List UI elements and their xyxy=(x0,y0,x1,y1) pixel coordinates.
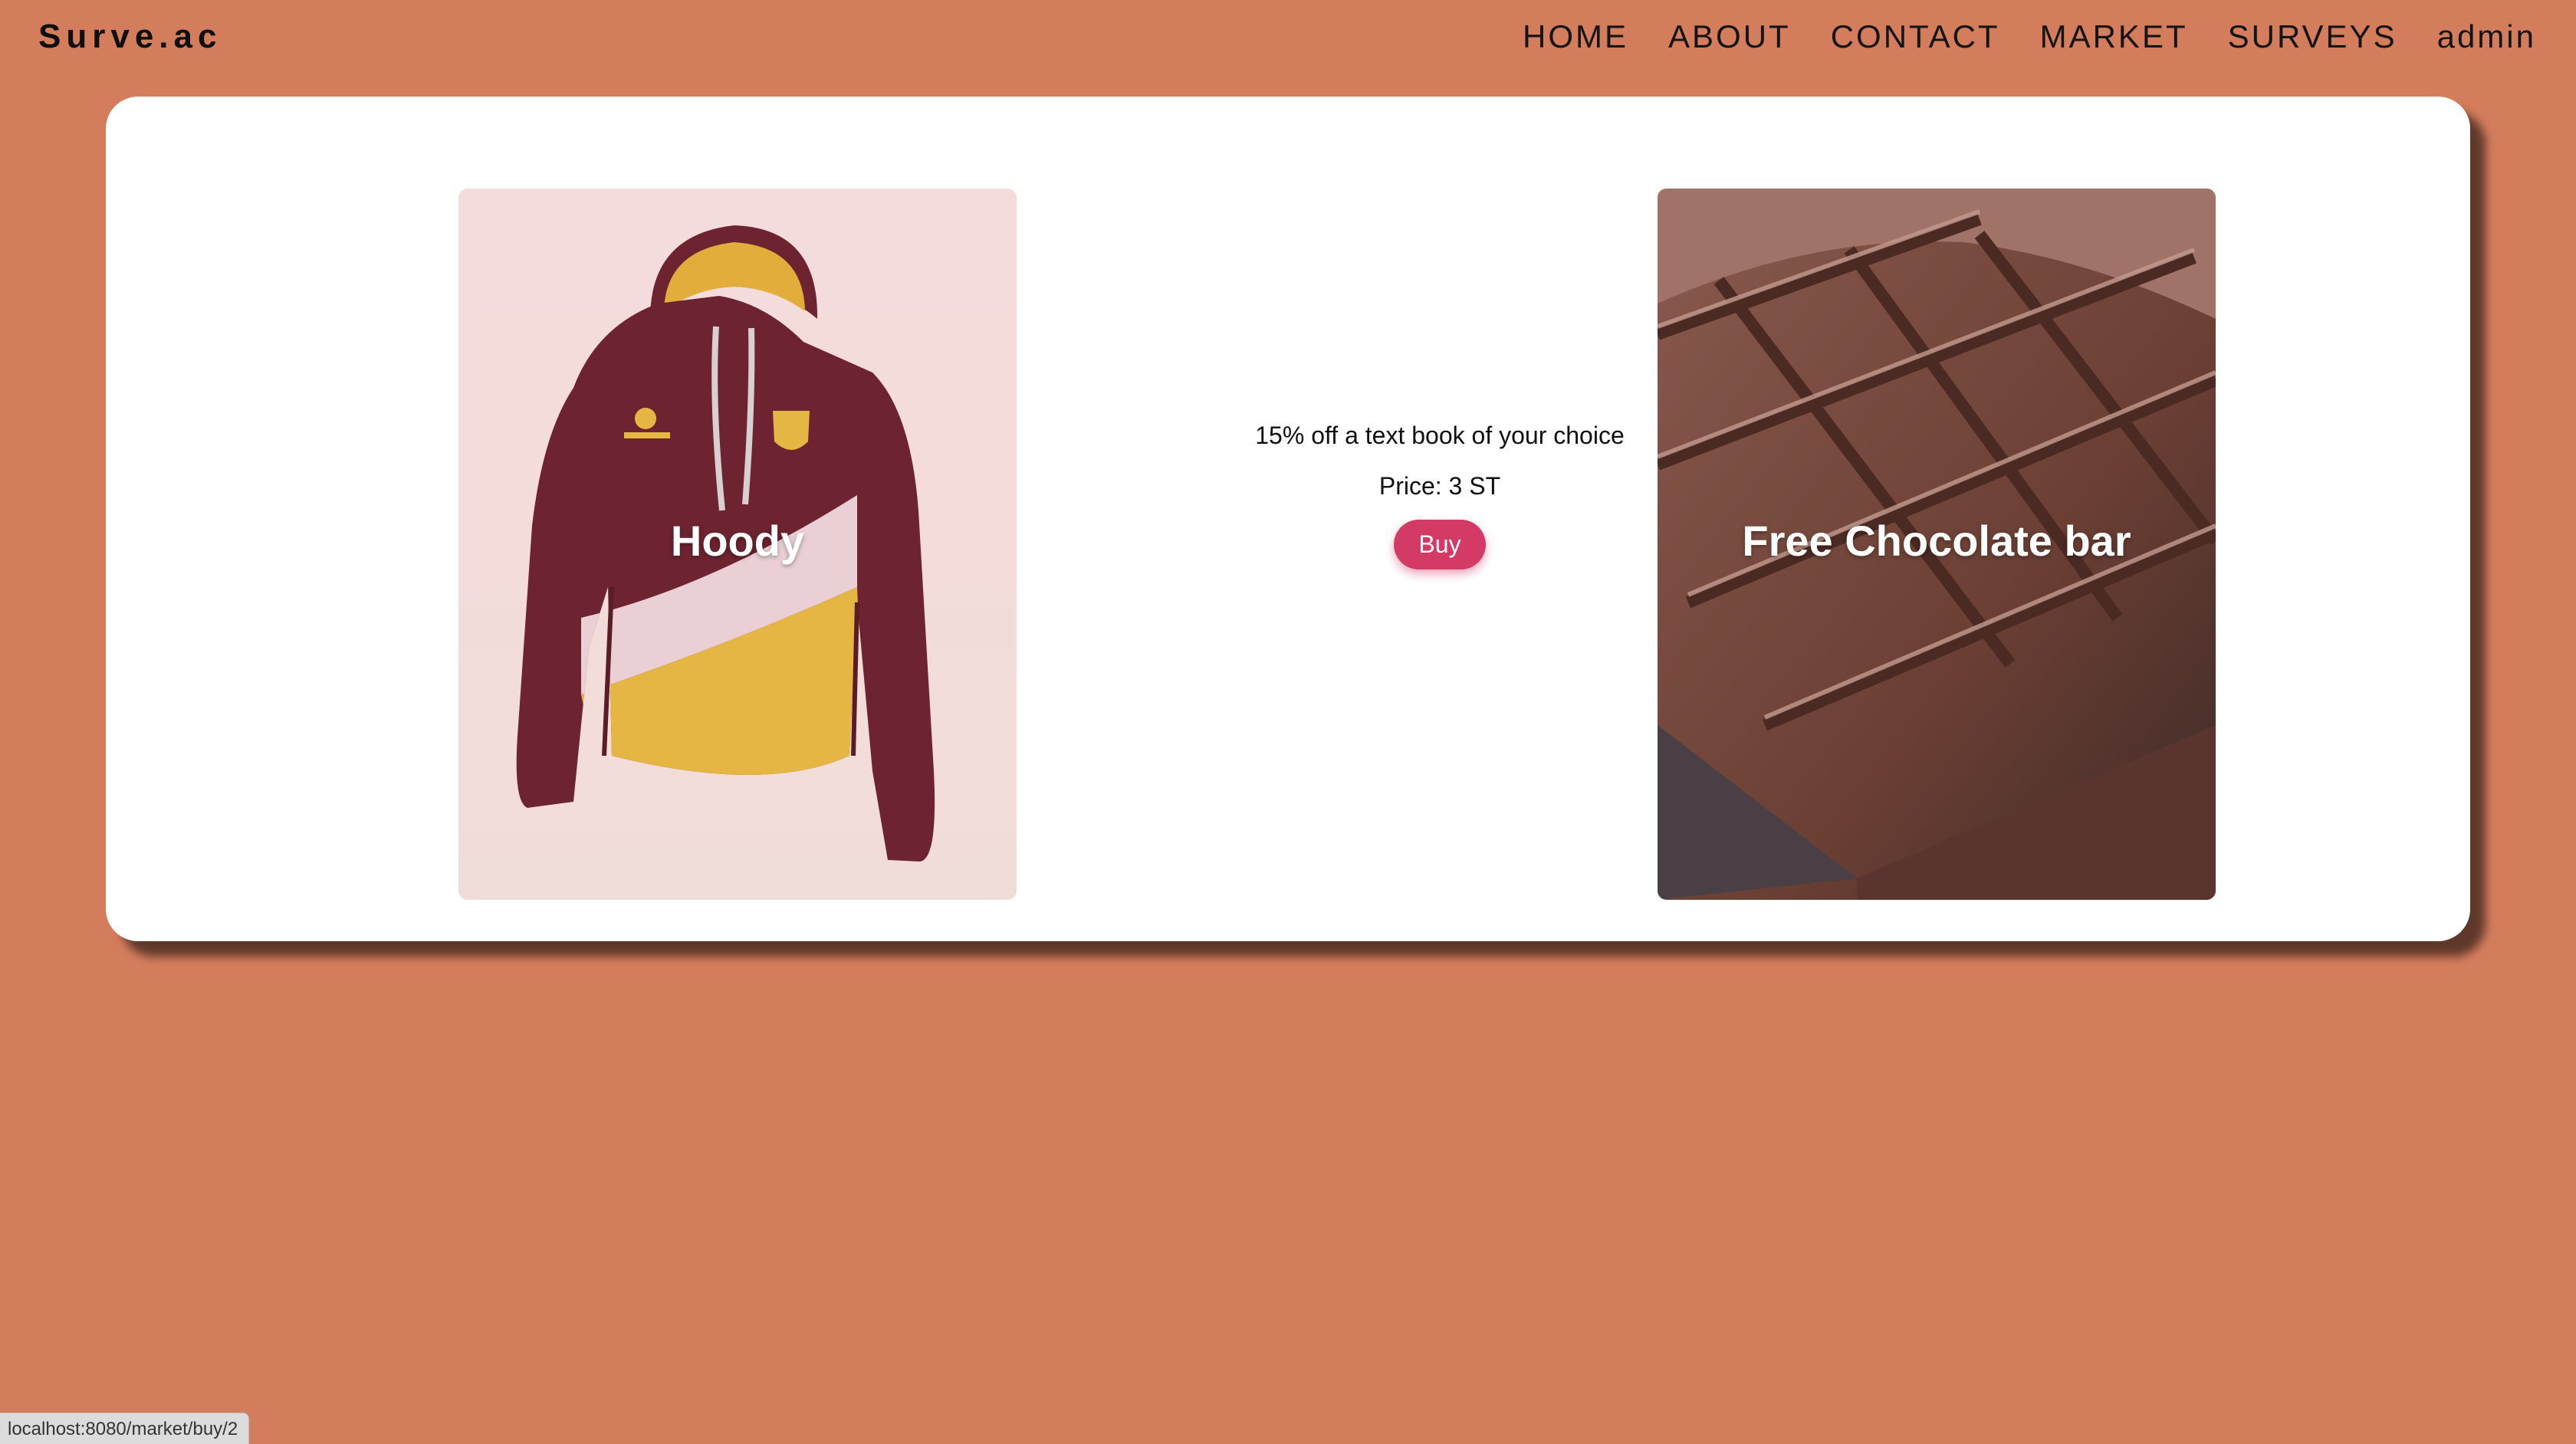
market-panel: Hoody 15% off a text book of your choice… xyxy=(106,97,2470,941)
nav-admin-user[interactable]: admin xyxy=(2437,15,2536,58)
product-card-chocolate[interactable]: Free Chocolate bar xyxy=(1658,189,2216,900)
nav-surveys[interactable]: SURVEYS xyxy=(2228,15,2397,58)
nav-market[interactable]: MARKET xyxy=(2040,15,2188,58)
nav-home[interactable]: HOME xyxy=(1523,15,1628,58)
card-title-hoody: Hoody xyxy=(670,517,805,565)
browser-status-url: localhost:8080/market/buy/2 xyxy=(0,1413,250,1444)
nav-about[interactable]: ABOUT xyxy=(1668,15,1791,58)
brand-logo[interactable]: Surve.ac xyxy=(38,15,222,58)
product-card-hoody[interactable]: Hoody xyxy=(458,189,1017,900)
buy-button[interactable]: Buy xyxy=(1394,520,1486,569)
nav-contact[interactable]: CONTACT xyxy=(1831,15,2000,58)
top-nav: HOME ABOUT CONTACT MARKET SURVEYS admin xyxy=(1523,15,2536,58)
card-title-chocolate: Free Chocolate bar xyxy=(1742,517,2131,565)
